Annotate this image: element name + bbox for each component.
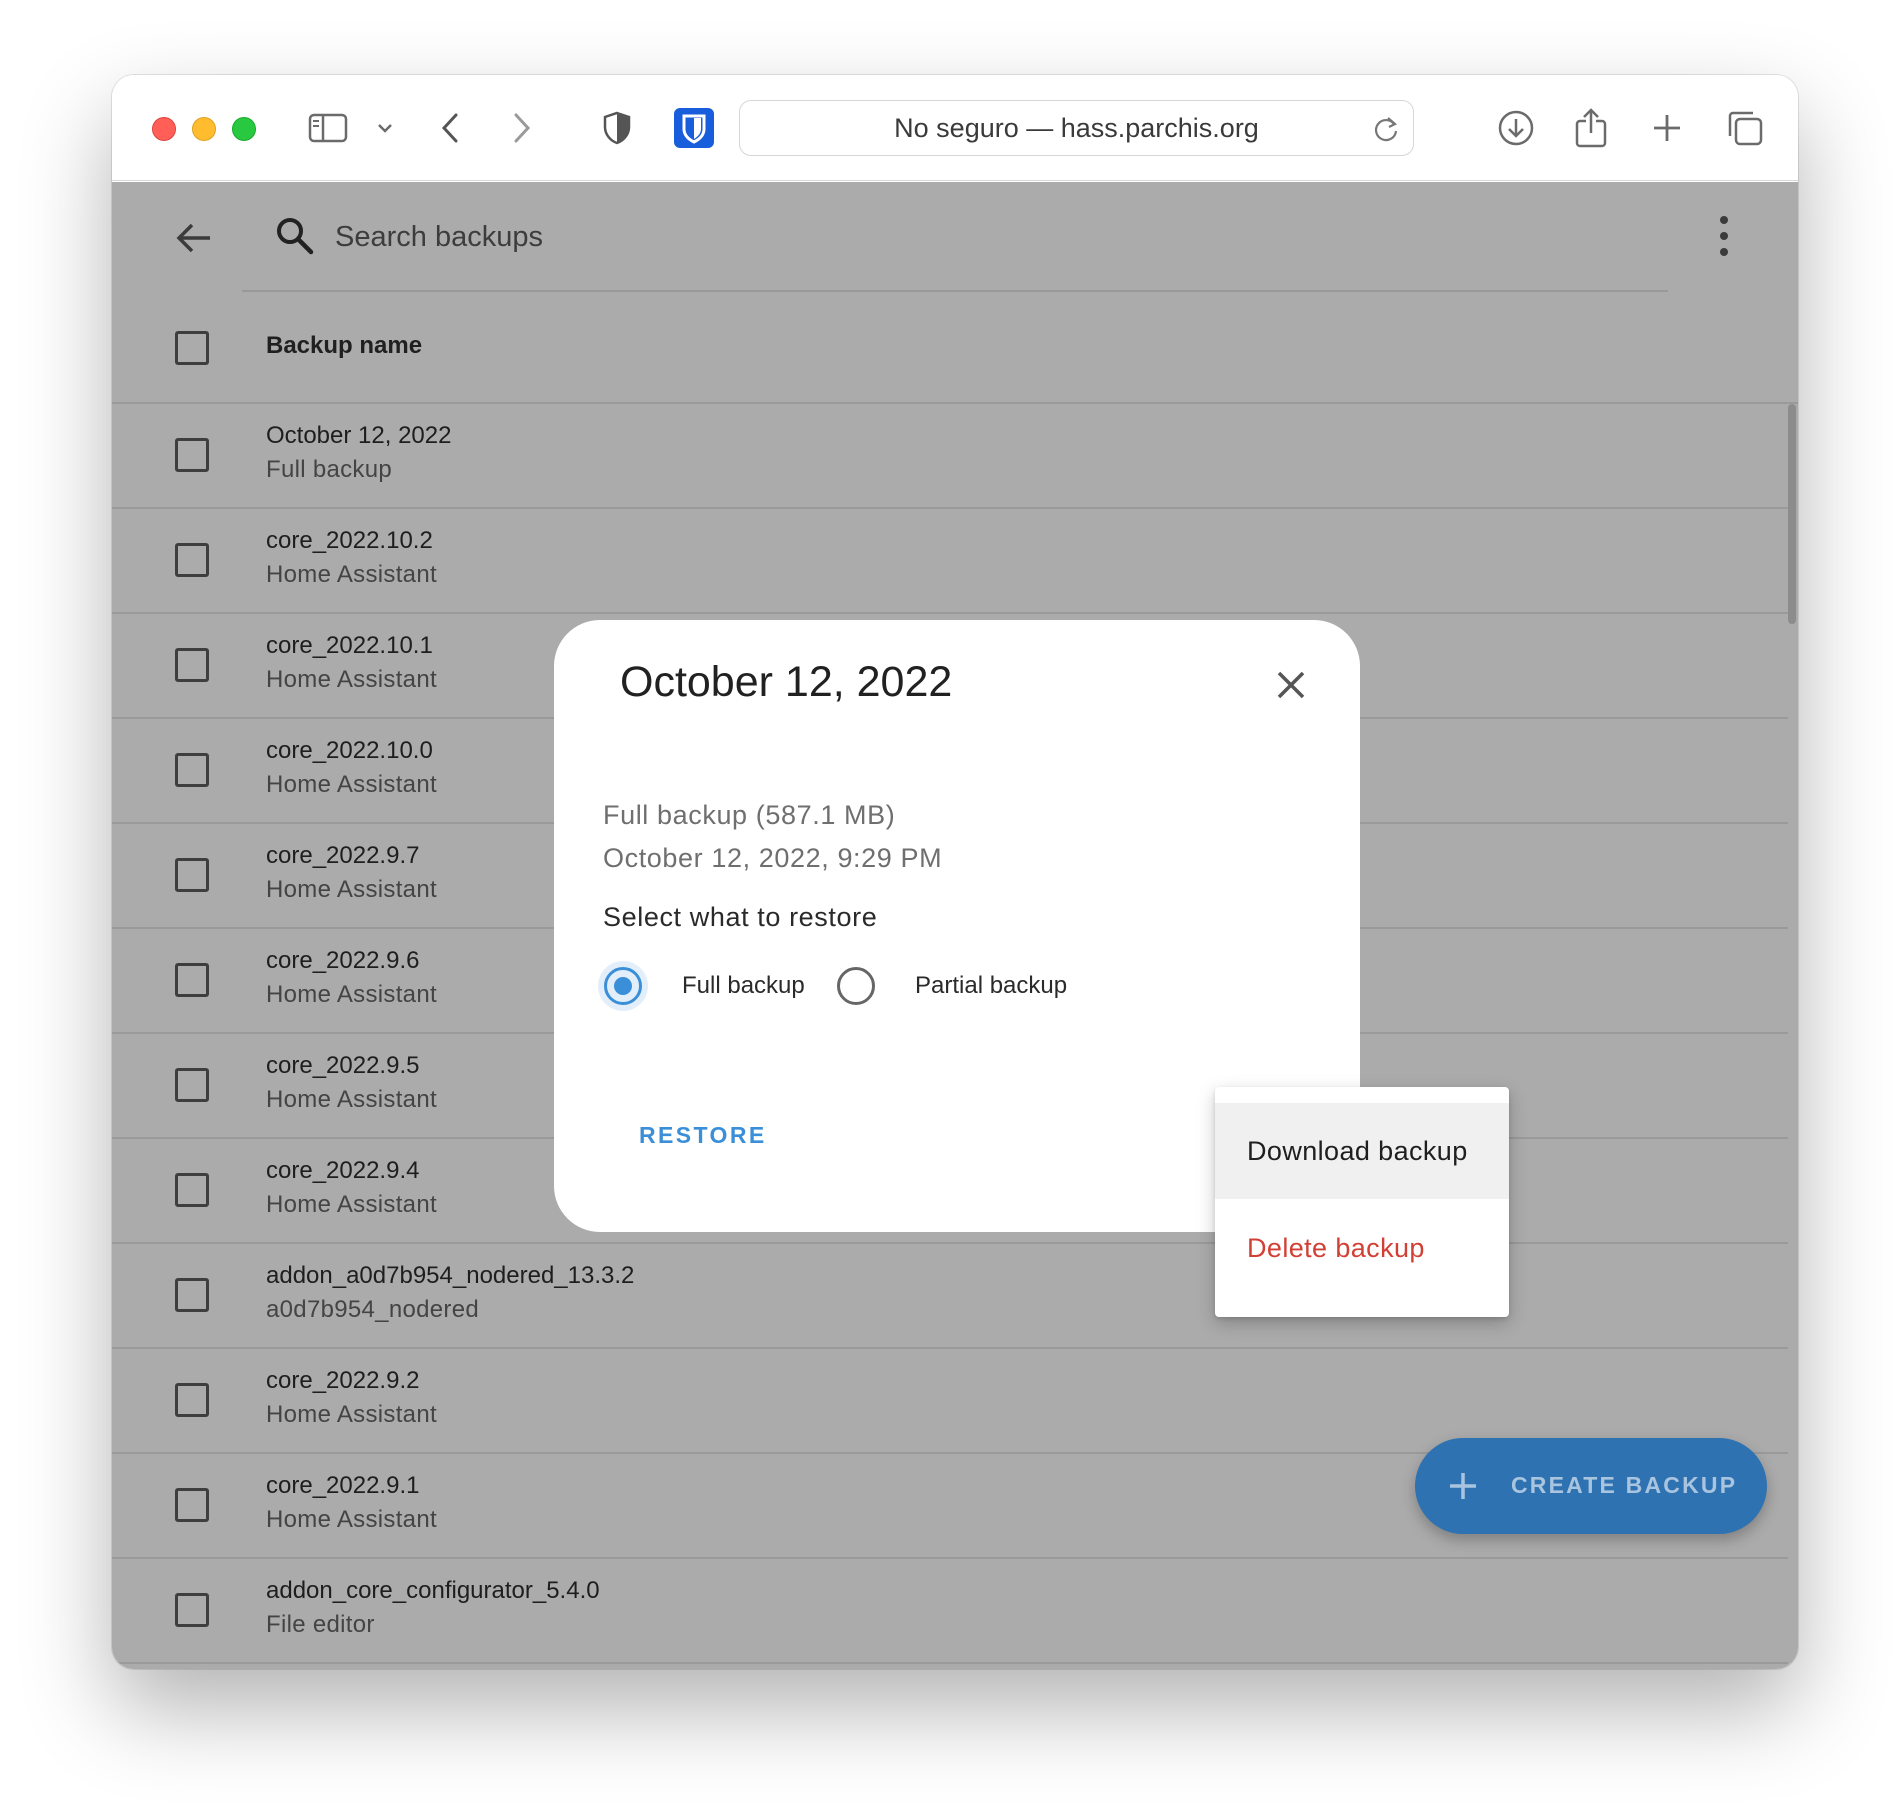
row-checkbox[interactable] xyxy=(175,1383,209,1417)
zoom-window-button[interactable] xyxy=(232,117,256,141)
table-header: Backup name xyxy=(112,292,1798,404)
partial-backup-radio-label[interactable]: Partial backup xyxy=(915,972,1067,1000)
new-tab-icon[interactable] xyxy=(1651,105,1683,151)
create-backup-button[interactable]: CREATE BACKUP xyxy=(1415,1438,1767,1534)
backup-type: Home Assistant xyxy=(266,666,437,693)
search-input[interactable] xyxy=(335,212,1035,262)
backup-type: Home Assistant xyxy=(266,1086,437,1113)
chevron-down-icon[interactable] xyxy=(376,105,394,151)
table-row[interactable]: addon_core_configurator_5.4.0 File editor xyxy=(112,1559,1788,1664)
row-checkbox[interactable] xyxy=(175,438,209,472)
backup-actions-menu: Download backup Delete backup xyxy=(1215,1087,1509,1317)
column-header-backup-name[interactable]: Backup name xyxy=(266,332,422,360)
bitwarden-extension-icon[interactable] xyxy=(674,105,714,151)
backup-type: File editor xyxy=(266,1611,375,1638)
row-checkbox[interactable] xyxy=(175,1593,209,1627)
backup-name: core_2022.9.2 xyxy=(266,1367,420,1394)
backup-name: core_2022.10.2 xyxy=(266,527,433,554)
row-checkbox[interactable] xyxy=(175,963,209,997)
backup-name: October 12, 2022 xyxy=(266,422,452,449)
forward-nav-icon[interactable] xyxy=(510,105,534,151)
select-all-checkbox[interactable] xyxy=(175,331,209,365)
backup-type: a0d7b954_nodered xyxy=(266,1296,480,1323)
back-arrow-icon[interactable] xyxy=(172,216,216,260)
reload-icon[interactable] xyxy=(1373,115,1399,150)
back-nav-icon[interactable] xyxy=(438,105,462,151)
restore-selection-label: Select what to restore xyxy=(603,902,878,932)
plus-icon xyxy=(1447,1470,1479,1502)
backup-type: Full backup xyxy=(266,456,393,483)
share-icon[interactable] xyxy=(1574,105,1608,151)
row-checkbox[interactable] xyxy=(175,1488,209,1522)
minimize-window-button[interactable] xyxy=(192,117,216,141)
download-backup-menu-item[interactable]: Download backup xyxy=(1215,1103,1509,1199)
full-backup-radio[interactable] xyxy=(604,967,642,1005)
backup-type: Home Assistant xyxy=(266,1506,437,1533)
backup-size-info: Full backup (587.1 MB) xyxy=(603,800,896,830)
more-options-icon[interactable] xyxy=(1718,216,1730,256)
address-text: No seguro — hass.parchis.org xyxy=(894,112,1259,143)
table-row[interactable]: addon_a0d7b954_nodered_13.3.2 a0d7b954_no… xyxy=(112,1244,1788,1349)
row-checkbox[interactable] xyxy=(175,1068,209,1102)
sidebar-toggle-icon[interactable] xyxy=(308,105,348,151)
search-icon xyxy=(273,214,317,258)
create-backup-label: CREATE BACKUP xyxy=(1511,1472,1738,1498)
row-checkbox[interactable] xyxy=(175,543,209,577)
backup-name: core_2022.9.6 xyxy=(266,947,420,974)
row-checkbox[interactable] xyxy=(175,648,209,682)
backup-name: core_2022.9.1 xyxy=(266,1472,420,1499)
backup-type: Home Assistant xyxy=(266,876,437,903)
full-backup-radio-label[interactable]: Full backup xyxy=(682,972,805,1000)
browser-toolbar: No seguro — hass.parchis.org xyxy=(112,75,1798,181)
restore-button[interactable]: RESTORE xyxy=(639,1122,767,1149)
partial-backup-radio[interactable] xyxy=(837,967,875,1005)
delete-backup-menu-item[interactable]: Delete backup xyxy=(1215,1200,1509,1296)
privacy-shield-icon[interactable] xyxy=(602,105,632,151)
backup-type: Home Assistant xyxy=(266,561,437,588)
scrollbar[interactable] xyxy=(1788,404,1796,624)
backup-name: core_2022.10.1 xyxy=(266,632,433,659)
close-window-button[interactable] xyxy=(152,117,176,141)
row-checkbox[interactable] xyxy=(175,1278,209,1312)
row-checkbox[interactable] xyxy=(175,858,209,892)
dialog-title: October 12, 2022 xyxy=(620,658,953,706)
backup-name: core_2022.9.7 xyxy=(266,842,420,869)
backup-name: core_2022.9.4 xyxy=(266,1157,420,1184)
backup-name: addon_a0d7b954_nodered_13.3.2 xyxy=(266,1262,635,1289)
backup-type: Home Assistant xyxy=(266,1401,437,1428)
address-bar[interactable]: No seguro — hass.parchis.org xyxy=(739,100,1414,156)
backup-name: core_2022.9.5 xyxy=(266,1052,420,1079)
tab-overview-icon[interactable] xyxy=(1726,105,1764,151)
backup-type: Home Assistant xyxy=(266,771,437,798)
row-checkbox[interactable] xyxy=(175,1173,209,1207)
backup-type: Home Assistant xyxy=(266,1191,437,1218)
close-icon[interactable] xyxy=(1271,665,1311,705)
row-checkbox[interactable] xyxy=(175,753,209,787)
backup-date-info: October 12, 2022, 9:29 PM xyxy=(603,843,943,873)
backup-name: addon_core_configurator_5.4.0 xyxy=(266,1577,600,1604)
backup-name: core_2022.10.0 xyxy=(266,737,433,764)
downloads-icon[interactable] xyxy=(1497,105,1535,151)
search-toolbar xyxy=(112,182,1798,292)
backup-type: Home Assistant xyxy=(266,981,437,1008)
table-row[interactable]: October 12, 2022 Full backup xyxy=(112,404,1788,509)
table-row[interactable]: core_2022.10.2 Home Assistant xyxy=(112,509,1788,614)
